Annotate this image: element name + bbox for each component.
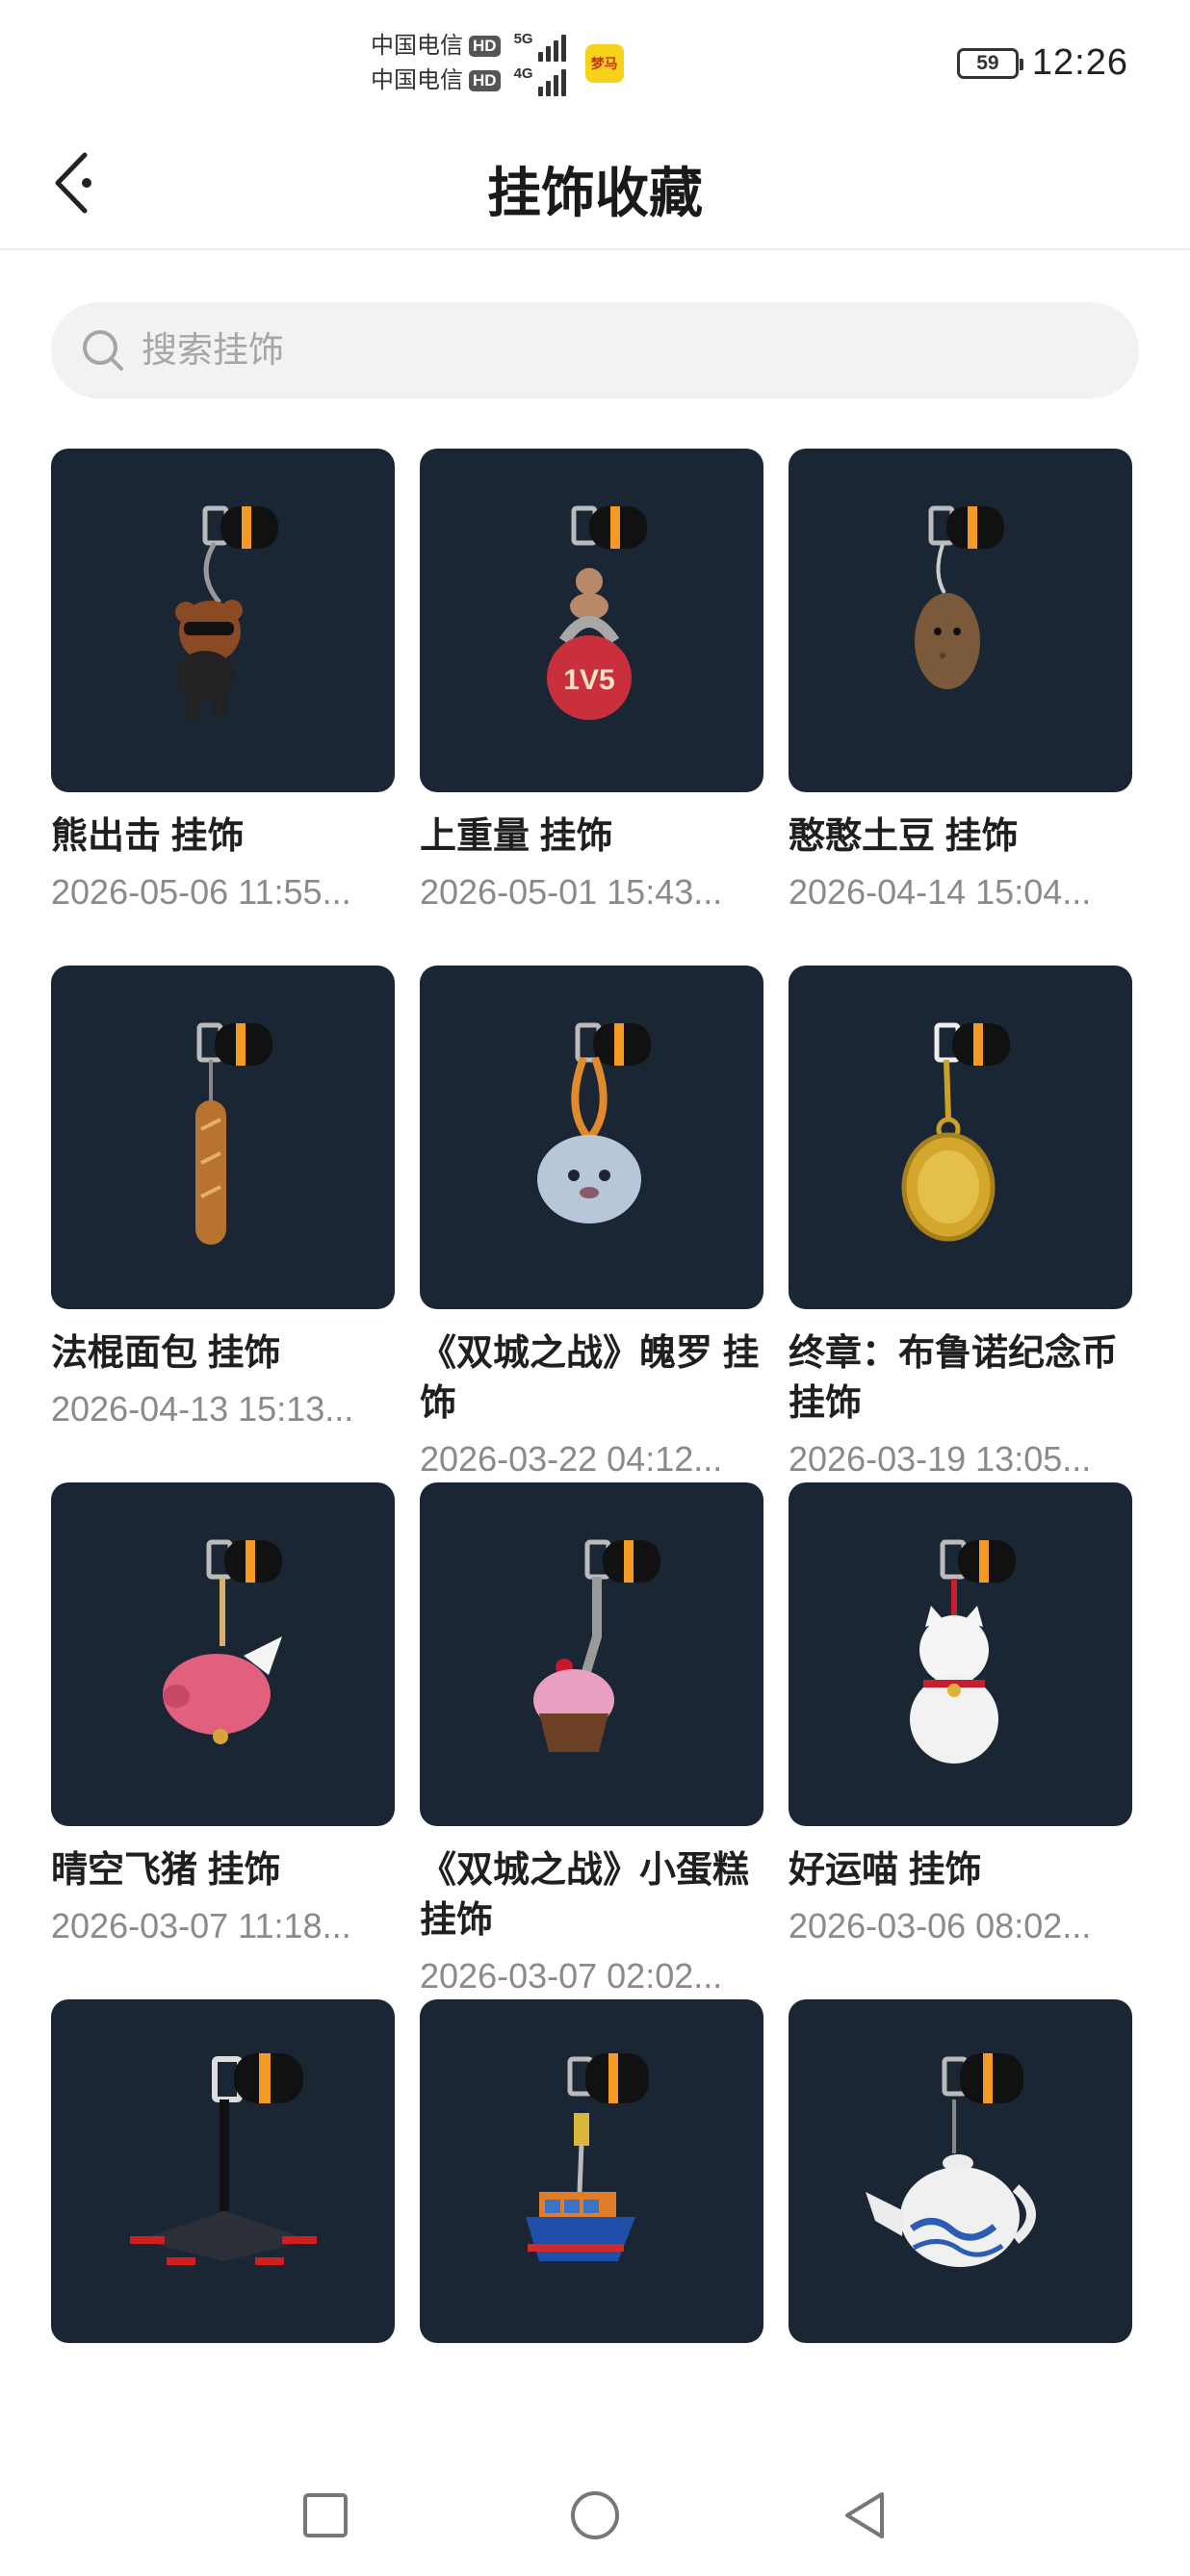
charm-card[interactable]: 憨憨土豆 挂饰 2026-04-14 15:04... [789, 449, 1132, 966]
charm-name: 憨憨土豆 挂饰 [789, 816, 1019, 857]
status-bar: 中国电信 HD 中国电信 HD 5G 4G 梦马 59 12:26 [0, 0, 1190, 125]
charm-card[interactable]: 终章：布鲁诺纪念币 挂饰 2026-03-19 13:05... [789, 966, 1132, 1482]
header: 挂饰收藏 [0, 125, 1190, 250]
charm-date: 2026-03-06 08:02... [789, 1906, 1092, 1945]
teapot-charm-icon [866, 2053, 1036, 2267]
drone-charm-icon [130, 2053, 317, 2265]
svg-text:1V5: 1V5 [563, 664, 614, 696]
charm-date: 2026-04-14 15:04... [789, 872, 1092, 912]
page-title: 挂饰收藏 [487, 163, 703, 223]
baguette-charm-icon [195, 1022, 272, 1245]
charm-name: 晴空飞猪 挂饰 [51, 1850, 281, 1891]
charm-name: 法棍面包 挂饰 [51, 1333, 281, 1374]
charm-thumbnail[interactable] [420, 966, 763, 1309]
charm-thumbnail[interactable] [51, 1999, 395, 2343]
battery-level: 59 [976, 51, 999, 74]
charm-card[interactable] [789, 1999, 1132, 2362]
charm-thumbnail[interactable] [51, 449, 395, 792]
charm-thumbnail[interactable] [789, 449, 1132, 792]
charm-date: 2026-05-01 15:43... [420, 872, 723, 912]
charm-date: 2026-03-07 11:18... [51, 1906, 351, 1945]
bear-charm-icon [175, 505, 278, 719]
charm-card[interactable]: 1V5 上重量 挂饰 2026-05-01 15:43... [420, 449, 763, 966]
app-notification-icon: 梦马 [584, 44, 624, 83]
search-icon [83, 330, 123, 371]
hd-badge: HD [469, 70, 501, 91]
charm-card[interactable]: 晴空飞猪 挂饰 2026-03-07 11:18... [51, 1482, 395, 1949]
charm-name: 《双城之战》魄罗 挂饰 [420, 1333, 760, 1424]
charm-name: 上重量 挂饰 [420, 816, 613, 857]
potato-charm-icon [915, 505, 1004, 689]
charm-date: 2026-03-22 04:12... [420, 1439, 723, 1479]
carrier-info: 中国电信 HD 中国电信 HD 5G 4G 梦马 [371, 31, 624, 96]
hd-badge: HD [469, 36, 501, 57]
ship-charm-icon [526, 2053, 649, 2261]
charm-date: 2026-04-13 15:13... [51, 1389, 354, 1429]
flying-pig-charm-icon [163, 1539, 282, 1744]
charm-name: 熊出击 挂饰 [51, 816, 245, 857]
poro-charm-icon [537, 1022, 651, 1224]
carrier-1-label: 中国电信 [371, 33, 463, 59]
battery-icon: 59 [956, 47, 1023, 79]
charm-name: 《双城之战》小蛋糕 挂饰 [420, 1850, 750, 1941]
charm-grid: 熊出击 挂饰 2026-05-06 11:55... 1V5 上重量 挂饰 20… [51, 449, 1139, 2362]
charm-card[interactable]: 《双城之战》小蛋糕 挂饰 2026-03-07 02:02... [420, 1482, 763, 1999]
clock: 12:26 [1031, 42, 1128, 83]
back-nav-button[interactable] [826, 2477, 903, 2554]
charm-name: 终章：布鲁诺纪念币 挂饰 [789, 1333, 1119, 1424]
charm-thumbnail[interactable] [420, 1999, 763, 2343]
charm-card[interactable]: 熊出击 挂饰 2026-05-06 11:55... [51, 449, 395, 915]
charm-thumbnail[interactable] [51, 966, 395, 1309]
charm-date: 2026-03-19 13:05... [789, 1439, 1092, 1479]
lucky-cat-charm-icon [910, 1539, 1016, 1764]
system-nav-bar [0, 2455, 1190, 2576]
recents-button[interactable] [287, 2477, 364, 2554]
carrier-2-label: 中国电信 [371, 67, 463, 93]
search-input[interactable] [142, 330, 1008, 371]
charm-thumbnail[interactable] [789, 1482, 1132, 1826]
coin-charm-icon [901, 1022, 1010, 1242]
charm-name: 好运喵 挂饰 [789, 1850, 982, 1891]
charm-thumbnail[interactable] [789, 1999, 1132, 2343]
search-bar[interactable] [51, 302, 1139, 399]
square-icon [303, 2493, 348, 2537]
charm-card[interactable] [420, 1999, 763, 2362]
kettlebell-charm-icon: 1V5 [547, 505, 647, 720]
signal-5g-icon: 5G [514, 31, 566, 62]
home-button[interactable] [556, 2477, 634, 2554]
charm-card[interactable]: 《双城之战》魄罗 挂饰 2026-03-22 04:12... [420, 966, 763, 1482]
charm-card[interactable] [51, 1999, 395, 2362]
charm-card[interactable]: 法棍面包 挂饰 2026-04-13 15:13... [51, 966, 395, 1432]
charm-thumbnail[interactable] [789, 966, 1132, 1309]
cupcake-charm-icon [533, 1539, 660, 1752]
circle-icon [571, 2491, 619, 2539]
charm-thumbnail[interactable]: 1V5 [420, 449, 763, 792]
charm-date: 2026-03-07 02:02... [420, 1956, 723, 1996]
triangle-back-icon [845, 2492, 884, 2538]
signal-4g-icon: 4G [514, 65, 566, 96]
charm-thumbnail[interactable] [420, 1482, 763, 1826]
charm-thumbnail[interactable] [51, 1482, 395, 1826]
charm-card[interactable]: 好运喵 挂饰 2026-03-06 08:02... [789, 1482, 1132, 1999]
charm-date: 2026-05-06 11:55... [51, 872, 351, 912]
